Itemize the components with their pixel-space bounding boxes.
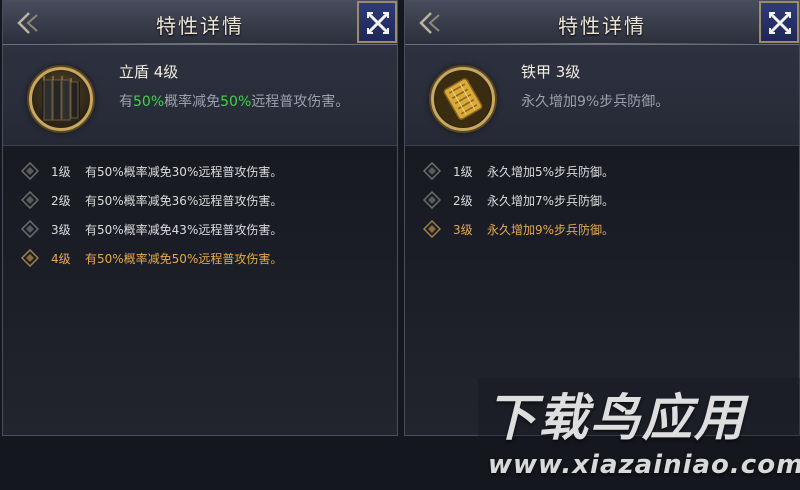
diamond-icon [21,162,39,180]
highlight-value: 50% [133,94,165,110]
diamond-icon [21,220,39,238]
trait-header: 铁甲 3级 永久增加9%步兵防御。 [405,45,799,145]
skill-description: 有50%概率减免50%远程普攻伤害。 [119,94,350,110]
level-description: 有50%概率减免30%远程普攻伤害。 [85,165,283,179]
level-description: 有50%概率减免50%远程普攻伤害。 [85,252,283,266]
diamond-icon [423,191,441,209]
level-description: 有50%概率减免43%远程普攻伤害。 [85,223,283,237]
level-label: 3级 [453,223,473,237]
level-label: 1级 [51,165,71,179]
trait-emblem [431,67,495,131]
watermark-url: www.xiazainiao.com [488,450,800,480]
close-button[interactable] [357,1,397,43]
diamond-icon [423,220,441,238]
skill-description: 永久增加9%步兵防御。 [521,94,670,110]
diamond-icon [21,249,39,267]
trait-detail-panel-left: 特性详情 立盾 4级 有50%概率减免50%远程普攻伤害。 1级 有50%概率减… [2,0,398,436]
iron-armor-icon [435,71,491,127]
level-label: 4级 [51,252,71,266]
trait-emblem [29,67,93,131]
panel-title: 特性详情 [558,14,646,38]
level-description: 永久增加7%步兵防御。 [487,194,615,208]
level-description: 永久增加5%步兵防御。 [487,165,615,179]
diamond-icon [423,162,441,180]
level-label: 3级 [51,223,71,237]
level-list: 1级 有50%概率减免30%远程普攻伤害。 2级 有50%概率减免36%远程普攻… [3,145,397,435]
trait-header: 立盾 4级 有50%概率减免50%远程普攻伤害。 [3,45,397,145]
title-bar: 特性详情 [405,1,799,45]
trait-detail-panel-right: 特性详情 铁甲 3级 永久增加9%步兵防御。 1级 永久增加5%步兵防御。 2级… [404,0,800,436]
highlight-value: 50% [220,94,252,110]
watermark-title: 下载鸟应用 [486,389,746,447]
tower-shield-icon [42,76,80,121]
panel-title: 特性详情 [156,14,244,38]
level-label: 1级 [453,165,473,179]
watermark: 下载鸟应用 www.xiazainiao.com [478,378,800,490]
skill-name: 立盾 4级 [119,63,179,81]
level-description: 永久增加9%步兵防御。 [487,223,615,237]
diamond-icon [21,191,39,209]
level-description: 有50%概率减免36%远程普攻伤害。 [85,194,283,208]
title-bar: 特性详情 [3,1,397,45]
level-label: 2级 [51,194,71,208]
close-icon [769,12,791,34]
level-label: 2级 [453,194,473,208]
close-icon [367,12,389,34]
skill-name: 铁甲 3级 [521,63,581,81]
close-button[interactable] [759,1,799,43]
